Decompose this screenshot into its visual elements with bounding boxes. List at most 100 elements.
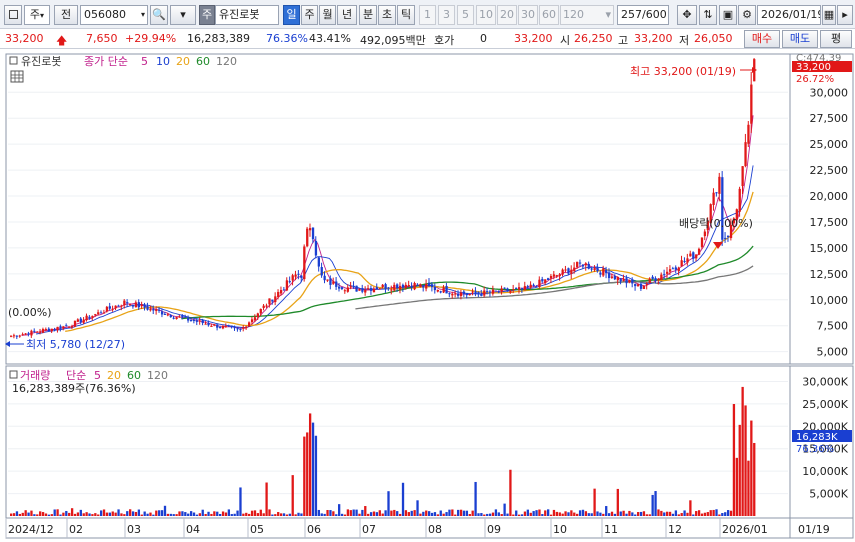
candle-body [346,287,350,292]
table-icon[interactable] [10,70,24,83]
period-tab-second[interactable]: 초 [378,5,396,25]
period-tab-minute[interactable]: 분 [359,5,377,25]
volume-bar [198,513,201,516]
volume-bar [471,510,474,516]
date-input[interactable]: 2026/01/19 [757,5,821,25]
candle-body [361,288,364,292]
candle-body [242,327,245,329]
candle-body [549,275,553,279]
period-mode-value: 주 [29,8,41,21]
open-price: 26,250 [574,32,613,45]
chart-settings-icon[interactable] [4,5,22,25]
more-icon[interactable]: ▸ [837,5,853,25]
volume-bar [346,509,350,516]
crosshair-icon[interactable]: ✥ [677,5,697,25]
candle-body [689,253,692,257]
period-tab-day[interactable]: 일 [283,5,300,25]
interval-60[interactable]: 60 [539,5,559,25]
quote-bar: 33,200 🡅 7,650 +29.94% 16,283,389 76.36%… [0,29,855,49]
price-panel [5,53,791,365]
candle-body [401,284,405,288]
candle-body [18,335,22,337]
interval-10[interactable]: 10 [476,5,496,25]
volume-bar [224,512,228,516]
stock-badge: 주 [199,5,215,25]
interval-20[interactable]: 20 [497,5,517,25]
volume-bar [634,514,637,516]
volume-bar [427,511,431,516]
candle-body [613,275,617,280]
volume-bar [361,509,364,516]
candle-body [248,322,251,327]
ma-legend-20: 20 [176,55,190,68]
gear-icon[interactable]: ⚙ [738,5,756,25]
price-tick-label: 27,500 [810,112,849,125]
candle-body [146,306,149,310]
volume-bar [137,509,141,516]
volume-bar [245,512,248,516]
save-icon[interactable]: ▣ [719,5,737,25]
volume-bar [169,513,172,516]
interval-5[interactable]: 5 [457,5,474,25]
speaker-icon[interactable]: ▾ [170,5,196,25]
buy-button[interactable]: 매수 [744,30,780,48]
price-tick-label: 10,000 [810,294,849,307]
candle-body [404,284,408,289]
volume-bar [97,514,100,516]
volume-bar [462,510,466,516]
period-tab-year[interactable]: 년 [337,5,357,25]
volume-bar [726,510,730,516]
candle-body [631,279,634,284]
candle-body [686,258,689,263]
volume-bar [741,386,744,516]
candle-body [36,331,39,333]
candle-body [79,318,82,323]
volume-bar [294,514,297,516]
volume-bar [512,514,515,516]
candle-body [178,316,181,318]
candle-body [750,84,753,124]
code-input[interactable]: 056080 ▾ [80,5,148,25]
search-icon[interactable]: 🔍 [150,5,168,25]
period-mode-select[interactable]: 주▾ [24,5,50,25]
volume-bar [407,512,410,516]
volume-bar [401,482,405,516]
volume-bar [425,510,428,516]
candle-body [24,333,27,335]
current-volume-pct: 76.36% [796,444,834,455]
candle-body [99,312,103,314]
period-tab-month[interactable]: 월 [319,5,336,25]
candle-body [166,314,170,316]
zoom-icon[interactable]: ⇅ [699,5,717,25]
interval-3[interactable]: 3 [438,5,455,25]
volume-bar [227,509,231,516]
volume-bar [390,510,393,516]
volume-bar [44,513,48,516]
volume-bar [494,509,498,516]
interval-120[interactable]: 120 ▾ [560,5,614,25]
calendar-icon[interactable]: ▦ [822,5,836,25]
volume-bar [381,513,384,516]
interval-1[interactable]: 1 [419,5,436,25]
volume-bar [596,511,599,516]
price-tick-label: 22,500 [810,164,849,177]
period-tab-tick[interactable]: 틱 [397,5,415,25]
candle-body [454,293,457,295]
volume-bar [718,514,721,516]
stock-name[interactable]: 유진로봇 [215,5,279,25]
volume-bar [329,510,332,516]
period-tab-week[interactable]: 주 [301,5,318,25]
count-input[interactable]: 257/600 [617,5,669,25]
volume-bar [378,510,381,516]
interval-30[interactable]: 30 [518,5,538,25]
chart-area[interactable]: 5,000 7,500 10,000 12,500 15,000 17,500 20,000… [0,50,855,542]
volume-bar [320,513,323,516]
volume-bar [587,513,590,516]
sell-button[interactable]: 매도 [782,30,818,48]
market-button[interactable]: 전 [54,5,78,25]
chart-svg[interactable]: 5,000 7,500 10,000 12,500 15,000 17,500 20,000… [0,50,855,542]
volume-bar [160,510,164,516]
eval-button[interactable]: 평 [820,30,852,48]
candle-body [497,291,500,293]
candle-body [114,305,117,309]
